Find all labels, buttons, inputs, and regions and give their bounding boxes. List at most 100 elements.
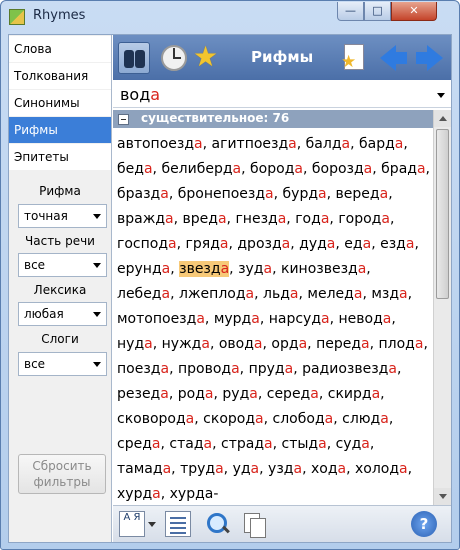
rhyme-word[interactable]: борозда bbox=[312, 161, 372, 177]
scroll-down-icon[interactable] bbox=[434, 488, 451, 505]
title-bar[interactable]: Rhymes — □ ✕ bbox=[1, 1, 459, 31]
rhyme-word[interactable]: холода bbox=[355, 461, 408, 477]
scroll-up-icon[interactable] bbox=[434, 110, 451, 127]
close-button[interactable]: ✕ bbox=[391, 2, 437, 21]
rhyme-word[interactable]: дрозда bbox=[237, 236, 290, 252]
scrollbar[interactable] bbox=[433, 110, 451, 505]
rhyme-word[interactable]: бурда bbox=[283, 186, 327, 202]
rhyme-word[interactable]: борода bbox=[250, 161, 303, 177]
rhyme-word[interactable]: тамада bbox=[117, 461, 171, 477]
rhyme-word[interactable]: гряда bbox=[186, 236, 229, 252]
sidebar-item-epithets[interactable]: Эпитеты bbox=[9, 144, 111, 170]
rhyme-word[interactable]: автопоезда bbox=[117, 136, 203, 152]
rhyme-word[interactable]: нуда bbox=[117, 336, 153, 352]
rhyme-word[interactable]: хурда bbox=[117, 486, 161, 502]
rhyme-word[interactable]: провода bbox=[178, 361, 240, 377]
maximize-button[interactable]: □ bbox=[364, 2, 391, 21]
rhyme-word[interactable]: узда bbox=[268, 461, 302, 477]
zoom-icon[interactable] bbox=[205, 511, 231, 537]
rhyme-word[interactable]: меледа bbox=[307, 286, 362, 302]
rhyme-word[interactable]: лжеплода bbox=[179, 286, 254, 302]
rhyme-word[interactable]: переда bbox=[316, 336, 370, 352]
star-icon[interactable]: ★ bbox=[193, 42, 225, 74]
rhyme-word[interactable]: вереда bbox=[336, 186, 389, 202]
search-input[interactable]: вода bbox=[113, 82, 451, 108]
rhyme-word[interactable]: дуда bbox=[299, 236, 335, 252]
rhyme-word[interactable]: беда bbox=[117, 161, 153, 177]
rhyme-word[interactable]: зуда bbox=[238, 261, 272, 277]
favorite-document-icon[interactable]: ★ bbox=[338, 42, 370, 74]
sidebar-item-definitions[interactable]: Толкования bbox=[9, 63, 111, 89]
part-of-speech-filter-select[interactable]: все bbox=[18, 253, 107, 277]
rhyme-word[interactable]: пруда bbox=[249, 361, 294, 377]
rhyme-word[interactable]: бразда bbox=[117, 186, 169, 202]
rhyme-word[interactable]: радиозвезда bbox=[302, 361, 397, 377]
binoculars-icon[interactable] bbox=[118, 42, 150, 74]
rhyme-word[interactable]: езда bbox=[380, 236, 414, 252]
rhyme-word[interactable]: гнезда bbox=[235, 211, 286, 227]
rhyme-word[interactable]: руда bbox=[222, 386, 257, 402]
rhyme-word[interactable]: балда bbox=[306, 136, 350, 152]
syllables-filter-select[interactable]: все bbox=[18, 352, 107, 376]
rhyme-word[interactable]: скорода bbox=[203, 411, 263, 427]
rhyme-word[interactable]: мзда bbox=[371, 286, 407, 302]
scroll-thumb[interactable] bbox=[436, 129, 449, 299]
help-icon[interactable]: ? bbox=[411, 511, 437, 537]
rhyme-word[interactable]: мурда bbox=[214, 311, 260, 327]
rhyme-word[interactable]: ерунда bbox=[117, 261, 170, 277]
rhyme-word[interactable]: невода bbox=[339, 311, 392, 327]
rhyme-word[interactable]: уда bbox=[233, 461, 260, 477]
clock-icon[interactable] bbox=[158, 42, 190, 74]
rhyme-word[interactable]: суда bbox=[336, 436, 370, 452]
rhyme-word[interactable]: скирда bbox=[328, 386, 380, 402]
list-view-icon[interactable] bbox=[165, 511, 191, 537]
rhyme-word[interactable]: стыда bbox=[282, 436, 327, 452]
rhyme-word[interactable]: еда bbox=[344, 236, 371, 252]
rhyme-word[interactable]: хода bbox=[311, 461, 346, 477]
sort-icon[interactable]: А Я bbox=[119, 511, 145, 537]
rhyme-word[interactable]: льда bbox=[263, 286, 298, 302]
group-header[interactable]: существительное: 76 bbox=[113, 110, 433, 128]
lexicon-filter-select[interactable]: любая bbox=[18, 302, 107, 326]
copy-icon[interactable] bbox=[241, 511, 267, 538]
rhyme-word[interactable]: кинозвезда bbox=[281, 261, 366, 277]
rhyme-word[interactable]: господа bbox=[117, 236, 177, 252]
chevron-down-icon[interactable] bbox=[437, 93, 445, 98]
rhyme-word[interactable]: брада bbox=[381, 161, 425, 177]
rhyme-word[interactable]: середа bbox=[267, 386, 319, 402]
rhyme-word[interactable]: года bbox=[295, 211, 329, 227]
rhyme-word[interactable]: вражда bbox=[117, 211, 174, 227]
reset-filters-button[interactable]: Сбросить фильтры bbox=[18, 454, 106, 494]
rhyme-word[interactable]: овода bbox=[219, 336, 263, 352]
rhyme-word[interactable]: бронепоезда bbox=[178, 186, 274, 202]
rhyme-word[interactable]: резеда bbox=[117, 386, 169, 402]
minimize-button[interactable]: — bbox=[337, 2, 364, 21]
rhyme-word[interactable]: нарсуда bbox=[269, 311, 330, 327]
rhyme-word[interactable]: стада bbox=[169, 436, 212, 452]
rhyme-word[interactable]: плода bbox=[379, 336, 424, 352]
rhyme-word[interactable]: рода bbox=[178, 386, 214, 402]
rhyme-word[interactable]: города bbox=[338, 211, 390, 227]
rhyme-word[interactable]: агитпоезда bbox=[212, 136, 297, 152]
rhyme-word[interactable]: белиберда bbox=[161, 161, 241, 177]
chevron-down-icon[interactable] bbox=[148, 522, 156, 527]
rhyme-word[interactable]: звезда bbox=[179, 261, 230, 277]
collapse-icon[interactable] bbox=[118, 114, 129, 125]
rhyme-word[interactable]: барда bbox=[359, 136, 403, 152]
rhyme-word[interactable]: хурда- bbox=[170, 486, 219, 502]
rhyme-word[interactable]: мотопоезда bbox=[117, 311, 205, 327]
sidebar-item-rhymes[interactable]: Рифмы bbox=[9, 117, 111, 143]
rhyme-word[interactable]: труда bbox=[180, 461, 224, 477]
rhyme-word[interactable]: вреда bbox=[183, 211, 227, 227]
rhyme-word[interactable]: орда bbox=[271, 336, 307, 352]
rhyme-word[interactable]: слобода bbox=[273, 411, 334, 427]
sidebar-item-synonyms[interactable]: Синонимы bbox=[9, 90, 111, 116]
forward-arrow-icon[interactable] bbox=[413, 42, 445, 74]
rhyme-word[interactable]: страда bbox=[221, 436, 273, 452]
rhyme-word[interactable]: сковорода bbox=[117, 411, 194, 427]
rhyme-filter-select[interactable]: точная bbox=[18, 204, 107, 228]
rhyme-word[interactable]: поезда bbox=[117, 361, 169, 377]
rhyme-word[interactable]: лебеда bbox=[117, 286, 170, 302]
back-arrow-icon[interactable] bbox=[378, 42, 410, 74]
rhyme-word[interactable]: нужда bbox=[162, 336, 210, 352]
